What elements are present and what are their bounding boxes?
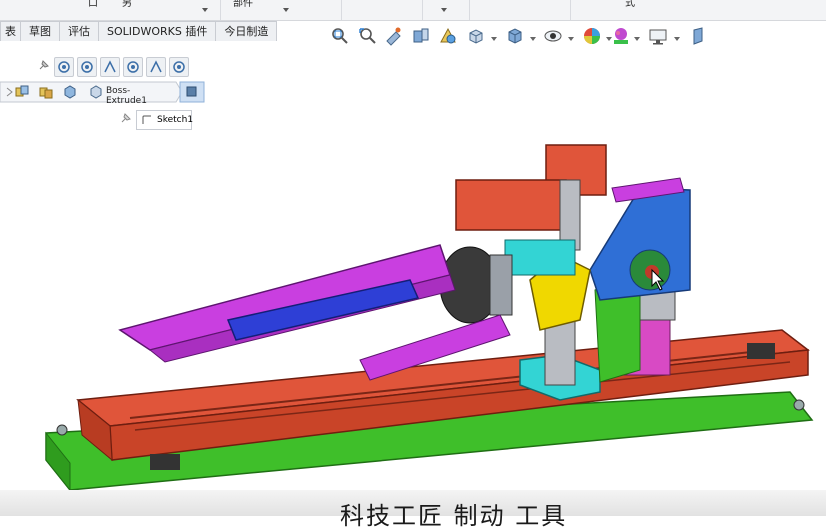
bolt-hole [793,399,805,411]
circle-filter-icon [127,61,139,73]
sketch-icon [142,115,151,124]
menu-group-6[interactable]: 式 [571,0,826,20]
circle-filter-icon [173,61,185,73]
filter-circle-button[interactable] [54,57,74,77]
3d-view-icon[interactable] [688,26,708,46]
sketch-tag[interactable]: Sketch1 [136,110,194,130]
display-style-icon[interactable] [505,26,525,46]
sketch-label: Sketch1 [157,115,194,125]
dynamic-annotation-icon[interactable] [438,26,458,46]
subtitle-text: 科技工匠 制动 工具 [340,502,568,530]
face-select-icon[interactable] [184,86,198,98]
menu-item-4-label: 式 [625,0,635,9]
end-stop [150,454,180,470]
breadcrumb-feature-label[interactable]: Boss-Extrude1 [106,86,147,106]
apply-scene-icon[interactable] [611,26,631,46]
section-view-icon[interactable] [411,26,431,46]
angle-filter-icon [104,60,116,73]
end-stop [747,343,775,359]
assembly-icon[interactable] [14,84,30,100]
angle-filter-icon [150,60,162,73]
filter-circle-button[interactable] [77,57,97,77]
tab-features[interactable]: 表 [0,21,21,41]
tab-sketch[interactable]: 草图 [20,21,60,41]
part-icon[interactable] [62,84,78,100]
zoom-to-area-icon[interactable] [357,26,377,46]
bolt-hole [56,424,68,436]
chevron-down-icon[interactable] [283,8,289,12]
extrude-feature-icon[interactable] [88,84,104,100]
chevron-down-icon[interactable] [441,8,447,12]
menu-group-4[interactable] [423,0,470,20]
hide-show-icon[interactable] [543,26,563,46]
circle-filter-icon [81,61,93,73]
tab-evaluate[interactable]: 评估 [59,21,99,41]
pin-icon[interactable] [120,112,134,124]
motor-body [455,179,567,231]
chevron-down-icon[interactable] [491,37,497,41]
chevron-down-icon[interactable] [634,37,640,41]
cyan-adapter [504,239,576,276]
edit-appearance-icon[interactable] [582,26,602,46]
tab-make-today[interactable]: 今日制造 [215,21,278,41]
view-orientation-icon[interactable] [466,26,486,46]
filter-circle-button[interactable] [123,57,143,77]
menu-item-1-label: 口 [88,0,98,9]
menu-group-3[interactable] [342,0,423,20]
chevron-down-icon[interactable] [674,37,680,41]
menu-group-1[interactable]: 口 另 [0,0,221,20]
menu-group-2[interactable]: 部件 [221,0,342,20]
chevron-down-icon[interactable] [202,8,208,12]
chevron-down-icon[interactable] [568,37,574,41]
circle-filter-icon [58,61,70,73]
menu-item-2-label: 另 [122,0,132,9]
filter-circle-button[interactable] [169,57,189,77]
chevron-down-icon[interactable] [530,37,536,41]
zoom-to-fit-icon[interactable] [330,26,350,46]
top-menu-bar: 口 另 部件 式 [0,0,826,21]
menu-group-5[interactable] [470,0,571,20]
subassembly-icon[interactable] [38,84,54,100]
filter-angle-button[interactable] [100,57,120,77]
command-tabs: 表 草图 评估 SOLIDWORKS 插件 今日制造 [0,21,278,41]
model-viewport[interactable] [0,130,826,490]
pin-icon[interactable] [38,59,50,71]
view-settings-icon[interactable] [648,26,668,46]
previous-view-icon[interactable] [384,26,404,46]
filter-angle-button[interactable] [146,57,166,77]
menu-item-3-label: 部件 [233,0,253,9]
tab-solidworks-addins[interactable]: SOLIDWORKS 插件 [98,21,217,41]
